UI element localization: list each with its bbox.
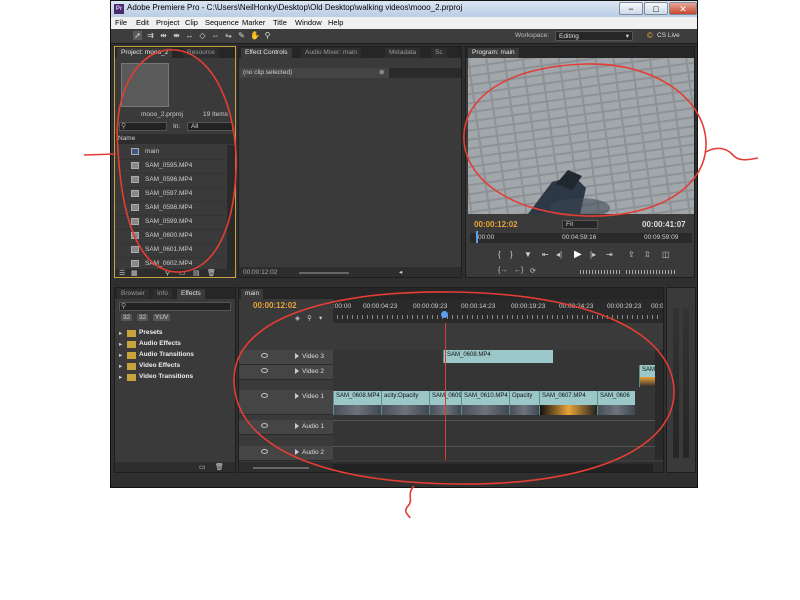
- annotation-project-circle: [116, 49, 237, 273]
- annotation-bottom-squiggle: [404, 485, 415, 519]
- annotation-monitor-circle: [463, 63, 707, 217]
- annotation-right-squiggle: [705, 147, 759, 161]
- annotation-timeline-circle: [233, 291, 675, 485]
- annotation-left-line: [83, 153, 117, 156]
- annotation-overlay: [83, 49, 759, 519]
